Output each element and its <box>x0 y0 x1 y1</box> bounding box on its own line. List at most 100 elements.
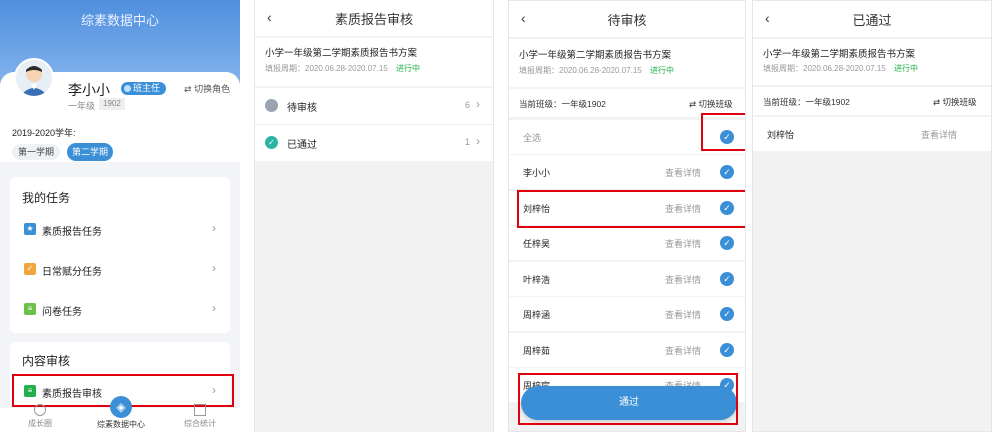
role-badge-label: 班主任 <box>133 83 161 93</box>
highlight-student-row <box>517 190 745 228</box>
plan-period: 填报周期：2020.06.28-2020.07.15 进行中 <box>763 63 918 74</box>
student-checkbox[interactable]: ✓ <box>720 236 734 250</box>
student-name: 周梓茹 <box>523 345 551 356</box>
highlight-select-all <box>701 113 745 151</box>
clipboard-icon: ✓ <box>24 263 36 275</box>
student-row[interactable]: 周梓涵 查看详情 ✓ <box>509 297 745 331</box>
period-label: 填报周期：2020.06.28-2020.07.15 <box>265 64 388 73</box>
student-name: 叶梓浩 <box>523 274 551 285</box>
role-badge-icon <box>124 85 131 92</box>
student-row[interactable]: 任梓昊 查看详情 ✓ <box>509 226 745 260</box>
avatar <box>14 58 54 98</box>
nav-header: ‹ 素质报告审核 <box>255 0 493 36</box>
growth-icon <box>34 404 46 416</box>
plan-title: 小学一年级第二学期素质报告书方案 <box>763 49 916 60</box>
student-name: 周梓涵 <box>523 310 551 320</box>
student-checkbox[interactable]: ✓ <box>720 307 734 321</box>
survey-icon: ≡ <box>24 303 36 315</box>
term-tab-2[interactable]: 第二学期 <box>67 143 113 161</box>
switch-icon: ⇄ <box>689 99 697 109</box>
task-label: 日常赋分任务 <box>42 267 102 278</box>
student-row[interactable]: 李小小 查看详情 ✓ <box>509 155 745 189</box>
view-detail-link[interactable]: 查看详情 <box>665 273 701 286</box>
pending-review-screen: ‹ 待审核 小学一年级第二学期素质报告书方案 填报周期：2020.06.28-2… <box>508 0 746 432</box>
current-class: 当前班级：一年级1902 <box>519 99 606 109</box>
page-title: 已通过 <box>852 12 892 28</box>
student-checkbox[interactable]: ✓ <box>720 165 734 179</box>
chevron-right-icon: › <box>476 134 480 148</box>
student-name: 刘梓怡 <box>767 130 795 140</box>
switch-class-label: 切换班级 <box>942 97 977 107</box>
class-tag: 1902 <box>99 98 125 110</box>
status-badge: 进行中 <box>893 64 918 73</box>
period-label: 填报周期：2020.06.28-2020.07.15 <box>763 64 886 73</box>
status-badge: 进行中 <box>395 64 420 73</box>
highlight-pass-button <box>518 373 738 425</box>
task-item-report[interactable]: ★ 素质报告任务 › <box>10 212 230 250</box>
period-label: 填报周期：2020.06.28-2020.07.15 <box>519 66 642 75</box>
star-badge-icon: ★ <box>24 223 36 235</box>
switch-role-label: 切换角色 <box>194 84 231 94</box>
task-item-daily[interactable]: ✓ 日常赋分任务 › <box>10 252 230 290</box>
chevron-right-icon: › <box>212 221 216 235</box>
switch-role-button[interactable]: ⇄ 切换角色 <box>184 82 230 95</box>
row-count: 1 <box>465 137 471 147</box>
task-label: 素质报告任务 <box>42 227 102 238</box>
page-title: 素质报告审核 <box>334 11 413 27</box>
class-bar: 当前班级：一年级1902 ⇄ 切换班级 <box>753 87 991 115</box>
row-label: 已通过 <box>287 140 317 151</box>
back-arrow-icon[interactable]: ‹ <box>521 10 526 26</box>
select-all-label: 全选 <box>523 133 542 143</box>
switch-class-label: 切换班级 <box>698 99 733 109</box>
view-detail-link[interactable]: 查看详情 <box>665 237 701 250</box>
switch-class-button[interactable]: ⇄ 切换班级 <box>689 98 733 110</box>
school-year: 2019-2020学年: <box>12 128 76 138</box>
nav-header: ‹ 待审核 <box>509 1 745 37</box>
nav-header: ‹ 已通过 <box>753 1 991 37</box>
back-arrow-icon[interactable]: ‹ <box>267 9 272 25</box>
my-tasks-title: 我的任务 <box>22 191 71 205</box>
nav-item-growth[interactable]: 成长圈 <box>22 404 58 429</box>
nav-item-data-center[interactable]: ◈ 综素数据中心 <box>90 396 152 430</box>
nav-item-stats[interactable]: 综合统计 <box>180 404 220 429</box>
nav-label: 成长圈 <box>28 419 52 428</box>
view-detail-link[interactable]: 查看详情 <box>665 166 701 179</box>
term-tab-1[interactable]: 第一学期 <box>12 144 60 160</box>
row-approved[interactable]: ✓ 已通过 1 › <box>255 125 493 161</box>
layers-icon: ◈ <box>110 396 132 418</box>
student-name: 任梓昊 <box>523 239 551 249</box>
view-detail-link[interactable]: 查看详情 <box>665 344 701 357</box>
app-title: 综素数据中心 <box>80 13 159 28</box>
approved-screen: ‹ 已通过 小学一年级第二学期素质报告书方案 填报周期：2020.06.28-2… <box>752 0 992 432</box>
chevron-right-icon: › <box>212 301 216 315</box>
view-detail-link[interactable]: 查看详情 <box>921 128 957 141</box>
plan-title: 小学一年级第二学期素质报告书方案 <box>265 48 418 59</box>
plan-period: 填报周期：2020.06.28-2020.07.15 进行中 <box>519 65 674 76</box>
student-row[interactable]: 周梓茹 查看详情 ✓ <box>509 332 745 367</box>
status-badge: 进行中 <box>649 66 674 75</box>
report-review-screen: ‹ 素质报告审核 小学一年级第二学期素质报告书方案 填报周期：2020.06.2… <box>254 0 494 432</box>
task-label: 问卷任务 <box>42 307 82 318</box>
student-row[interactable]: 叶梓浩 查看详情 ✓ <box>509 261 745 296</box>
student-row[interactable]: 刘梓怡 查看详情 <box>753 117 991 151</box>
switch-icon: ⇄ <box>184 84 192 94</box>
switch-class-button[interactable]: ⇄ 切换班级 <box>933 96 977 108</box>
user-name: 李小小 <box>68 82 110 98</box>
back-arrow-icon[interactable]: ‹ <box>765 10 770 26</box>
row-pending[interactable]: 待审核 6 › <box>255 88 493 124</box>
approved-check-icon: ✓ <box>265 136 278 149</box>
student-checkbox[interactable]: ✓ <box>720 342 734 357</box>
student-checkbox[interactable]: ✓ <box>720 271 734 286</box>
grade-text: 一年级 <box>68 101 96 111</box>
chevron-right-icon: › <box>212 261 216 275</box>
task-item-survey[interactable]: ≡ 问卷任务 › <box>10 292 230 330</box>
content-review-title: 内容审核 <box>22 354 71 368</box>
row-label: 待审核 <box>287 103 317 114</box>
view-detail-link[interactable]: 查看详情 <box>665 308 701 321</box>
page-title: 待审核 <box>607 12 647 28</box>
home-screen: 综素数据中心 李小小 班主任 ⇄ 切换角色 一年级 1902 2019-2020… <box>0 0 240 432</box>
nav-label: 综素数据中心 <box>97 420 145 429</box>
row-count: 6 <box>465 100 471 110</box>
pending-icon <box>265 99 278 112</box>
current-class: 当前班级：一年级1902 <box>763 97 850 107</box>
